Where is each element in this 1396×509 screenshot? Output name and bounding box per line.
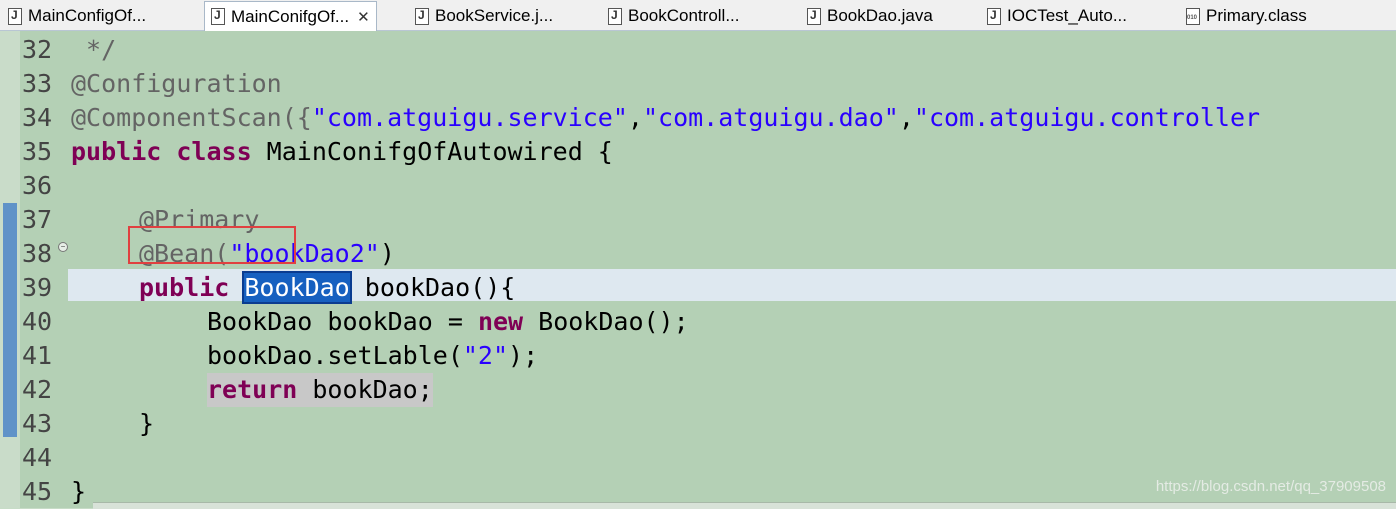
code-line: 33 @Configuration xyxy=(0,67,1396,101)
code-text: public class MainConifgOfAutowired { xyxy=(71,137,613,166)
tab-bookcontroller[interactable]: BookControll... xyxy=(608,2,740,30)
line-number: 40 xyxy=(22,307,53,336)
code-line: 42 return bookDao; xyxy=(0,373,1396,407)
java-file-icon xyxy=(608,7,622,25)
line-number: 36 xyxy=(22,171,53,200)
highlight-box-annotation xyxy=(128,226,296,264)
code-text: return bookDao; xyxy=(207,373,433,407)
watermark-text: https://blog.csdn.net/qq_37909508 xyxy=(1155,478,1386,495)
line-number: 38 xyxy=(22,239,53,268)
line-number: 34 xyxy=(22,103,53,132)
code-line: 32 */ xyxy=(0,33,1396,67)
code-line: 41 bookDao.setLable("2"); xyxy=(0,339,1396,373)
code-text: */ xyxy=(71,35,117,64)
code-text: @ComponentScan({"com.atguigu.service","c… xyxy=(71,103,1261,132)
tab-mainconfigof[interactable]: MainConfigOf... xyxy=(8,2,146,30)
java-file-icon xyxy=(807,7,821,25)
line-number: 44 xyxy=(22,443,53,472)
tab-label: MainConfigOf... xyxy=(28,6,147,25)
java-file-icon xyxy=(987,7,1001,25)
close-tab-icon[interactable]: ✕ xyxy=(357,8,370,26)
code-line: 34 @ComponentScan({"com.atguigu.service"… xyxy=(0,101,1396,135)
java-file-icon xyxy=(211,8,225,25)
code-text: BookDao bookDao = new BookDao(); xyxy=(207,307,689,336)
fold-collapse-icon[interactable]: − xyxy=(58,242,68,252)
line-number: 37 xyxy=(22,205,53,234)
code-text: } xyxy=(71,477,87,506)
tab-bookdao[interactable]: BookDao.java xyxy=(807,2,933,30)
class-file-icon xyxy=(1186,7,1200,25)
line-number: 39 xyxy=(22,273,53,302)
code-text: public BookDao bookDao(){ xyxy=(139,271,516,304)
tab-label: IOCTest_Auto... xyxy=(1007,6,1127,25)
code-line: 44 xyxy=(0,441,1396,475)
code-line: 40 BookDao bookDao = new BookDao(); xyxy=(0,305,1396,339)
tab-ioctest[interactable]: IOCTest_Auto... xyxy=(987,2,1127,30)
editor-tab-bar: MainConfigOf... MainConifgOf... ✕ BookSe… xyxy=(0,0,1396,31)
line-number: 43 xyxy=(22,409,53,438)
tab-primary-class[interactable]: Primary.class xyxy=(1186,2,1307,30)
tab-label: BookDao.java xyxy=(827,6,933,25)
tab-mainconifgof-active[interactable]: MainConifgOf... ✕ xyxy=(204,1,377,31)
tab-bookservice[interactable]: BookService.j... xyxy=(415,2,553,30)
tab-label: Primary.class xyxy=(1206,6,1307,25)
java-file-icon xyxy=(415,7,429,25)
line-number: 41 xyxy=(22,341,53,370)
java-file-icon xyxy=(8,7,22,25)
code-text: @Configuration xyxy=(71,69,282,98)
line-number: 33 xyxy=(22,69,53,98)
line-number: 35 xyxy=(22,137,53,166)
code-text: } xyxy=(139,409,155,438)
tab-label: BookControll... xyxy=(628,6,740,25)
code-line: 36 xyxy=(0,169,1396,203)
tab-label: MainConifgOf... xyxy=(231,6,350,26)
code-line: 43 } xyxy=(0,407,1396,441)
code-text: bookDao.setLable("2"); xyxy=(207,341,539,370)
line-number: 32 xyxy=(22,35,53,64)
code-editor[interactable]: 32 */ 33 @Configuration 34 @ComponentSca… xyxy=(0,31,1396,508)
code-line-current: 39 public BookDao bookDao(){ xyxy=(0,271,1396,305)
code-line: 35 public class MainConifgOfAutowired { xyxy=(0,135,1396,169)
line-number: 45 xyxy=(22,477,53,506)
selected-text: BookDao xyxy=(242,271,352,304)
tab-label: BookService.j... xyxy=(435,6,554,25)
line-number: 42 xyxy=(22,375,53,404)
